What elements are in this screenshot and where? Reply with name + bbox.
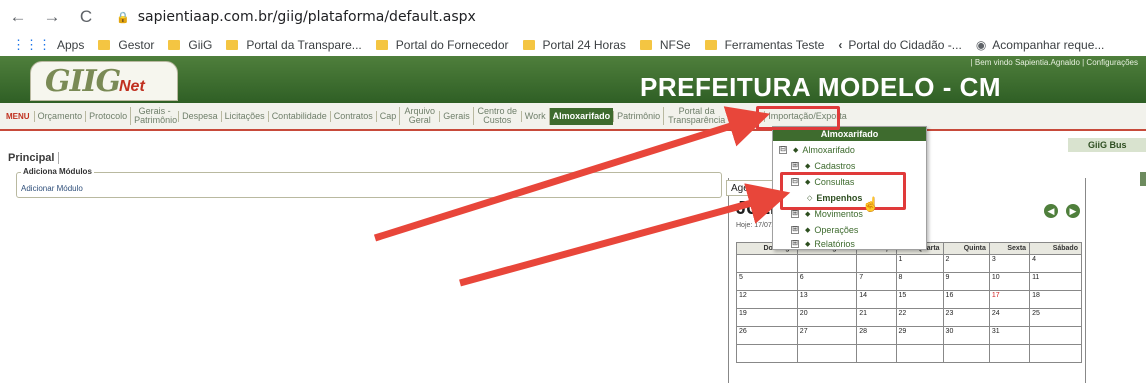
annotation-arrows [373,106,791,287]
arrow-to-empenhos [459,183,791,287]
